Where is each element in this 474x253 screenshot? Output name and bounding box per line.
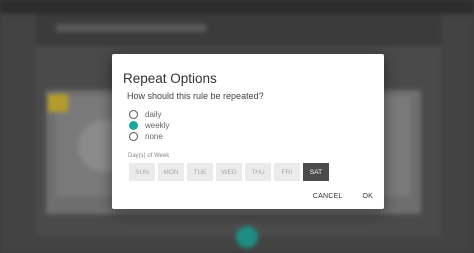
day-button-tue[interactable]: TUE bbox=[187, 163, 213, 181]
days-of-week-selector: SUN MON TUE WED THU FRI SAT bbox=[129, 163, 332, 181]
option-daily[interactable]: daily bbox=[129, 109, 161, 120]
background-header bbox=[36, 14, 441, 46]
option-label: daily bbox=[145, 110, 162, 119]
dialog-title: Repeat Options bbox=[123, 71, 217, 86]
day-button-sat[interactable]: SAT bbox=[303, 163, 329, 181]
radio-weekly[interactable] bbox=[129, 121, 138, 130]
option-weekly[interactable]: weekly bbox=[129, 120, 169, 131]
option-label: none bbox=[145, 132, 163, 141]
background-header-text bbox=[56, 24, 206, 32]
cancel-button[interactable]: CANCEL bbox=[310, 191, 346, 202]
day-button-mon[interactable]: MON bbox=[158, 163, 184, 181]
day-button-sun[interactable]: SUN bbox=[129, 163, 155, 181]
repeat-options-dialog: Repeat Options How should this rule be r… bbox=[112, 54, 384, 209]
day-button-wed[interactable]: WED bbox=[216, 163, 242, 181]
day-button-fri[interactable]: FRI bbox=[274, 163, 300, 181]
option-label: weekly bbox=[145, 121, 170, 130]
dialog-actions: CANCEL OK bbox=[296, 191, 376, 202]
background-topbar bbox=[0, 0, 474, 14]
days-of-week-label: Day(s) of Week bbox=[128, 153, 170, 159]
dialog-question: How should this rule be repeated? bbox=[127, 91, 264, 101]
radio-none[interactable] bbox=[129, 132, 138, 141]
background-badge bbox=[48, 94, 68, 112]
background-fab-button bbox=[236, 226, 258, 248]
ok-button[interactable]: OK bbox=[359, 191, 376, 202]
option-none[interactable]: none bbox=[129, 131, 163, 142]
day-button-thu[interactable]: THU bbox=[245, 163, 271, 181]
radio-daily[interactable] bbox=[129, 110, 138, 119]
